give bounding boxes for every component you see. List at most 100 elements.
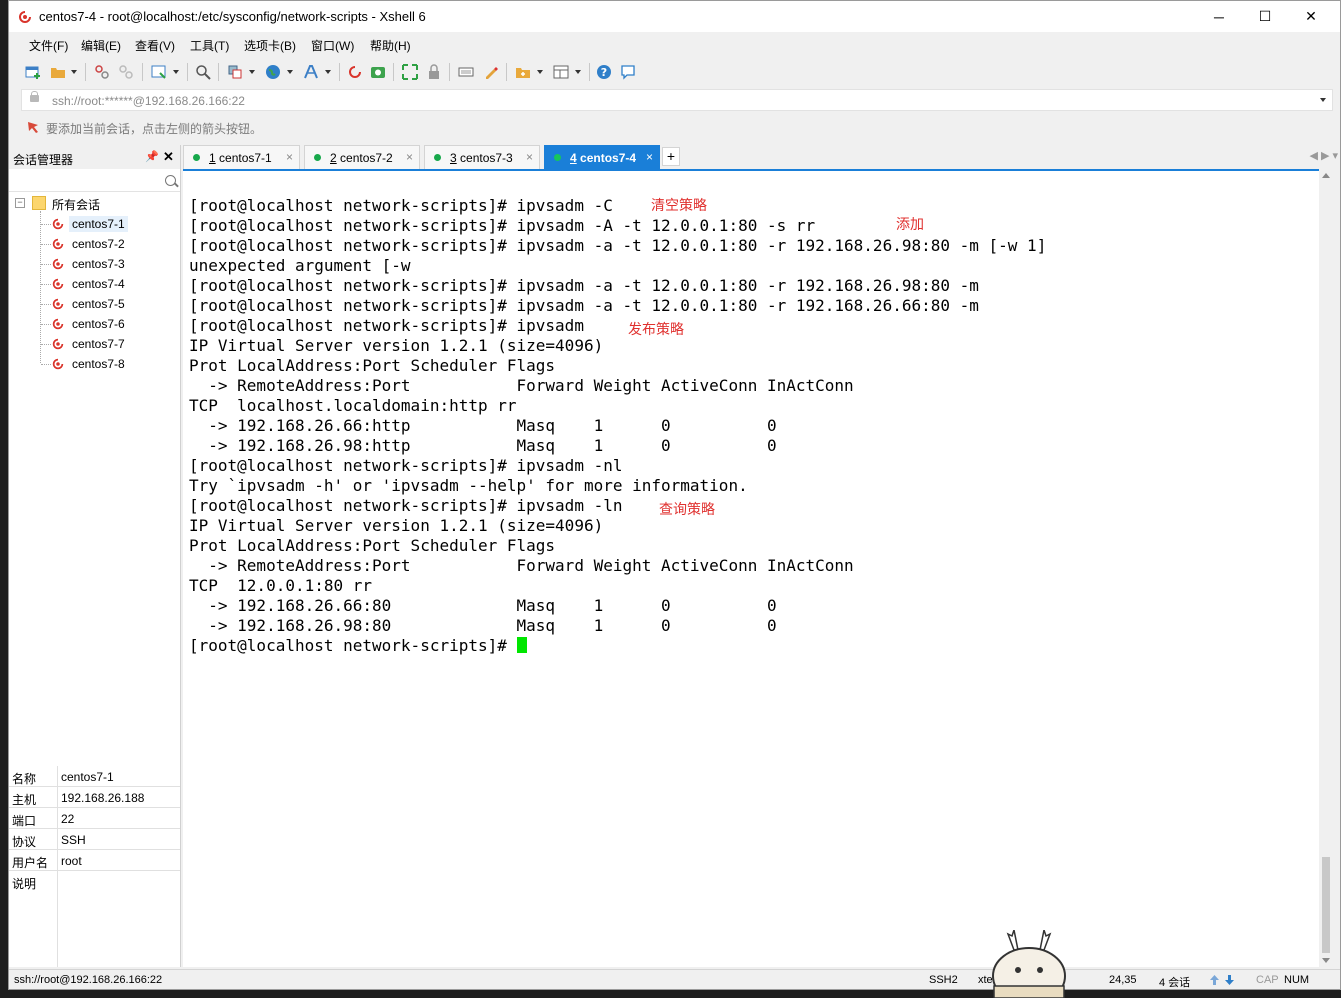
chevron-down-icon[interactable] — [1320, 98, 1326, 102]
prop-row-name: 名称 centos7-1 — [9, 766, 180, 787]
help-icon[interactable]: ? — [596, 64, 612, 80]
address-bar[interactable]: ssh://root:******@192.168.26.166:22 — [21, 89, 1333, 111]
font-dropdown-icon[interactable] — [325, 70, 331, 74]
layout-dropdown-icon[interactable] — [575, 70, 581, 74]
session-status-dot — [193, 154, 200, 161]
new-session-icon[interactable] — [25, 64, 41, 80]
lock-icon — [30, 91, 39, 102]
toolbar-separator — [393, 63, 394, 81]
menu-bar: 文件(F) 编辑(E) 查看(V) 工具(T) 选项卡(B) 窗口(W) 帮助(… — [9, 32, 1340, 56]
menu-edit[interactable]: 编辑(E) — [81, 37, 121, 54]
transfer-dropdown-icon[interactable] — [249, 70, 255, 74]
tab-close-icon[interactable]: × — [646, 150, 653, 164]
status-num-lock: NUM — [1284, 974, 1310, 986]
keyboard-icon[interactable] — [458, 64, 474, 80]
address-input[interactable]: ssh://root:******@192.168.26.166:22 — [52, 94, 245, 108]
scroll-up-icon[interactable] — [1322, 173, 1330, 178]
layout-icon[interactable] — [553, 64, 569, 80]
fullscreen-icon[interactable] — [402, 64, 418, 80]
toolbar-separator — [589, 63, 590, 81]
menu-tab[interactable]: 选项卡(B) — [244, 37, 296, 54]
chat-icon[interactable] — [620, 64, 636, 80]
prop-value: root — [61, 854, 82, 868]
minimize-button[interactable]: ─ — [1196, 1, 1242, 32]
status-bar: ssh://root@192.168.26.166:22 SSH2 xter 2… — [9, 969, 1340, 989]
tab-close-icon[interactable]: × — [286, 150, 293, 164]
status-connection: ssh://root@192.168.26.166:22 — [14, 974, 163, 986]
prop-value: SSH — [61, 833, 86, 847]
xshell-session-icon — [52, 258, 64, 270]
search-icon[interactable] — [165, 175, 176, 186]
terminal-line: [root@localhost network-scripts]# ipvsad… — [189, 196, 613, 215]
xftp-icon[interactable] — [370, 64, 386, 80]
tab-centos7-3[interactable]: 3 centos7-3 × — [424, 145, 540, 169]
menu-file[interactable]: 文件(F) — [29, 37, 68, 54]
title-bar: centos7-4 - root@localhost:/etc/sysconfi… — [9, 1, 1340, 32]
compose-icon[interactable] — [515, 64, 531, 80]
highlight-icon[interactable] — [483, 64, 499, 80]
scroll-down-icon[interactable] — [1322, 958, 1330, 963]
properties-dropdown-icon[interactable] — [173, 70, 179, 74]
session-item-label: centos7-6 — [72, 317, 125, 331]
open-dropdown-icon[interactable] — [71, 70, 77, 74]
tab-close-icon[interactable]: × — [526, 150, 533, 164]
prop-row-username: 用户名 root — [9, 850, 180, 871]
menu-help[interactable]: 帮助(H) — [370, 37, 411, 54]
find-icon[interactable] — [195, 64, 211, 80]
lock-icon[interactable] — [426, 64, 442, 80]
folder-icon — [32, 196, 46, 210]
tree-toggle-icon[interactable]: − — [15, 198, 25, 208]
terminal-line: IP Virtual Server version 1.2.1 (size=40… — [189, 336, 604, 355]
prop-key: 主机 — [12, 793, 37, 807]
session-search-input[interactable] — [9, 171, 180, 192]
session-item-label: centos7-3 — [72, 257, 125, 271]
bookmark-icon[interactable] — [27, 121, 39, 133]
tab-centos7-1[interactable]: 1 centos7-1 × — [183, 145, 300, 169]
compose-dropdown-icon[interactable] — [537, 70, 543, 74]
font-icon[interactable] — [303, 64, 319, 80]
arrow-down-icon[interactable] — [1224, 974, 1235, 986]
menu-view[interactable]: 查看(V) — [135, 37, 175, 54]
xshell-app-icon — [19, 11, 31, 23]
session-properties: 名称 centos7-1 主机 192.168.26.188 端口 22 协议 … — [9, 766, 180, 967]
close-button[interactable]: ✕ — [1288, 1, 1334, 32]
session-item-label: centos7-1 — [69, 216, 128, 232]
tree-connector — [40, 211, 41, 363]
disconnect-icon[interactable] — [118, 64, 134, 80]
terminal-line: [root@localhost network-scripts]# ipvsad… — [189, 236, 1047, 255]
prop-row-description: 说明 — [9, 871, 180, 892]
terminal-scrollbar[interactable] — [1319, 169, 1333, 967]
tab-centos7-2[interactable]: 2 centos7-2 × — [304, 145, 420, 169]
hint-bar: 要添加当前会话，点击左侧的箭头按钮。 — [21, 116, 1333, 138]
terminal-line: unexpected argument [-w — [189, 256, 411, 275]
transfer-icon[interactable] — [227, 64, 243, 80]
terminal-line: -> RemoteAddress:Port Forward Weight Act… — [189, 556, 854, 575]
arrow-up-icon[interactable] — [1209, 974, 1220, 986]
globe-icon[interactable] — [265, 64, 281, 80]
close-icon[interactable]: ✕ — [163, 149, 174, 165]
status-caps-lock: CAP — [1256, 974, 1279, 986]
terminal-line: IP Virtual Server version 1.2.1 (size=40… — [189, 516, 604, 535]
status-sessions: 4 会话 — [1159, 977, 1191, 989]
status-cursor-position: 24,35 — [1109, 974, 1137, 986]
tab-navigation[interactable]: ◀ ▶ ▾ — [1309, 149, 1338, 162]
maximize-button[interactable]: ☐ — [1242, 1, 1288, 32]
tab-label: 2 centos7-2 — [330, 151, 393, 165]
terminal-area[interactable]: [root@localhost network-scripts]# ipvsad… — [183, 169, 1319, 967]
add-tab-button[interactable]: + — [662, 147, 680, 166]
terminal-line: -> 192.168.26.98:80 Masq 1 0 0 — [189, 616, 777, 635]
menu-window[interactable]: 窗口(W) — [311, 37, 354, 54]
prop-value: 192.168.26.188 — [61, 791, 145, 805]
annotation-clear: 清空策略 — [651, 197, 707, 213]
properties-icon[interactable] — [151, 64, 167, 80]
menu-tools[interactable]: 工具(T) — [190, 37, 229, 54]
tab-close-icon[interactable]: × — [406, 150, 413, 164]
pin-icon[interactable]: 📌 — [145, 150, 159, 163]
connect-icon[interactable] — [94, 64, 110, 80]
scroll-thumb[interactable] — [1322, 857, 1330, 953]
tab-centos7-4[interactable]: 4 centos7-4 × — [544, 145, 660, 169]
terminal-line: Prot LocalAddress:Port Scheduler Flags — [189, 536, 556, 555]
globe-dropdown-icon[interactable] — [287, 70, 293, 74]
xshell-icon[interactable] — [347, 64, 363, 80]
open-folder-icon[interactable] — [50, 64, 66, 80]
